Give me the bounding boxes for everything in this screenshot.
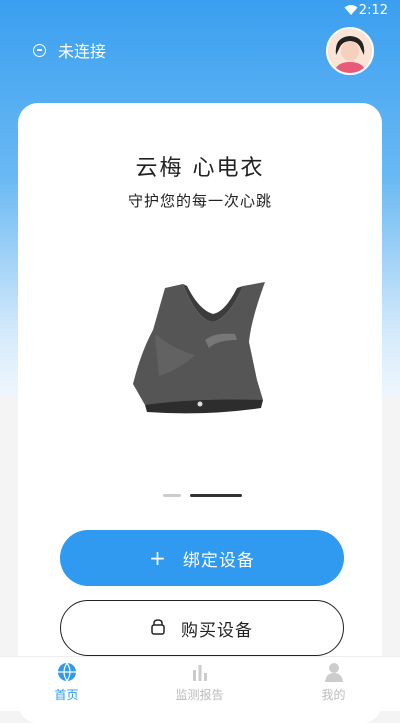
tab-home-label: 首页 xyxy=(54,688,79,702)
carousel-dot-1[interactable] xyxy=(163,494,181,497)
connection-status[interactable]: 未连接 xyxy=(33,38,106,62)
status-time: 2:12 xyxy=(358,3,388,18)
bottom-tab-bar: 首页 监测报告 我的 xyxy=(0,656,400,711)
connection-status-label: 未连接 xyxy=(58,42,107,61)
avatar[interactable] xyxy=(326,27,374,75)
brand-logo-text: 云梅 心电衣 xyxy=(135,156,265,181)
home-globe-icon xyxy=(57,662,77,682)
bind-device-button[interactable]: + 绑定设备 xyxy=(60,530,344,586)
shopping-bag-icon xyxy=(151,616,165,640)
avatar-user-icon xyxy=(328,29,372,73)
bluetooth-status-icon xyxy=(33,43,46,57)
person-icon xyxy=(324,662,344,682)
wifi-icon xyxy=(344,4,358,20)
tab-report[interactable]: 监测报告 xyxy=(133,657,266,711)
tab-report-label: 监测报告 xyxy=(175,688,224,702)
tab-home[interactable]: 首页 xyxy=(0,657,133,711)
tab-profile-label: 我的 xyxy=(321,688,346,702)
buy-device-label: 购买设备 xyxy=(181,620,253,641)
slogan: 守护您的每一次心跳 xyxy=(127,192,272,210)
bind-device-label: 绑定设备 xyxy=(182,550,255,571)
buy-device-button[interactable]: 购买设备 xyxy=(60,600,344,656)
tab-profile[interactable]: 我的 xyxy=(267,657,400,711)
product-image xyxy=(133,282,265,414)
plus-icon: + xyxy=(149,546,167,570)
bar-chart-icon xyxy=(190,662,210,682)
carousel-dot-2[interactable] xyxy=(190,494,242,497)
status-bar: 2:12 xyxy=(0,0,400,22)
